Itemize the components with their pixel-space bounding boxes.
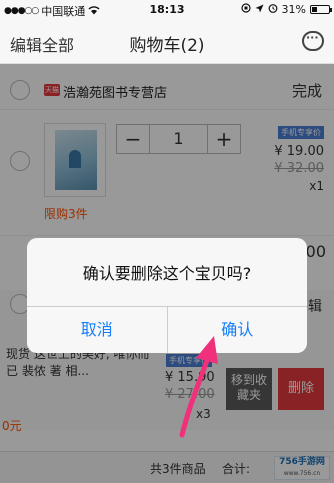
lock-rotation-icon: [240, 3, 251, 16]
dialog-message: 确认要删除这个宝贝吗?: [82, 264, 252, 283]
cancel-button[interactable]: 取消: [27, 307, 167, 353]
nav-bar: 编辑全部 购物车(2): [0, 20, 334, 64]
battery-icon: [310, 5, 332, 14]
location-icon: [255, 3, 264, 16]
battery-percent: 31%: [281, 3, 306, 16]
message-icon[interactable]: [302, 31, 324, 51]
pointer-arrow-icon: [179, 336, 218, 438]
status-bar: ●●●○○ 中国联通 18:13 31%: [0, 0, 334, 20]
page-title: 购物车(2): [129, 36, 205, 56]
status-right: 31%: [240, 3, 332, 16]
alarm-icon: [268, 3, 278, 16]
